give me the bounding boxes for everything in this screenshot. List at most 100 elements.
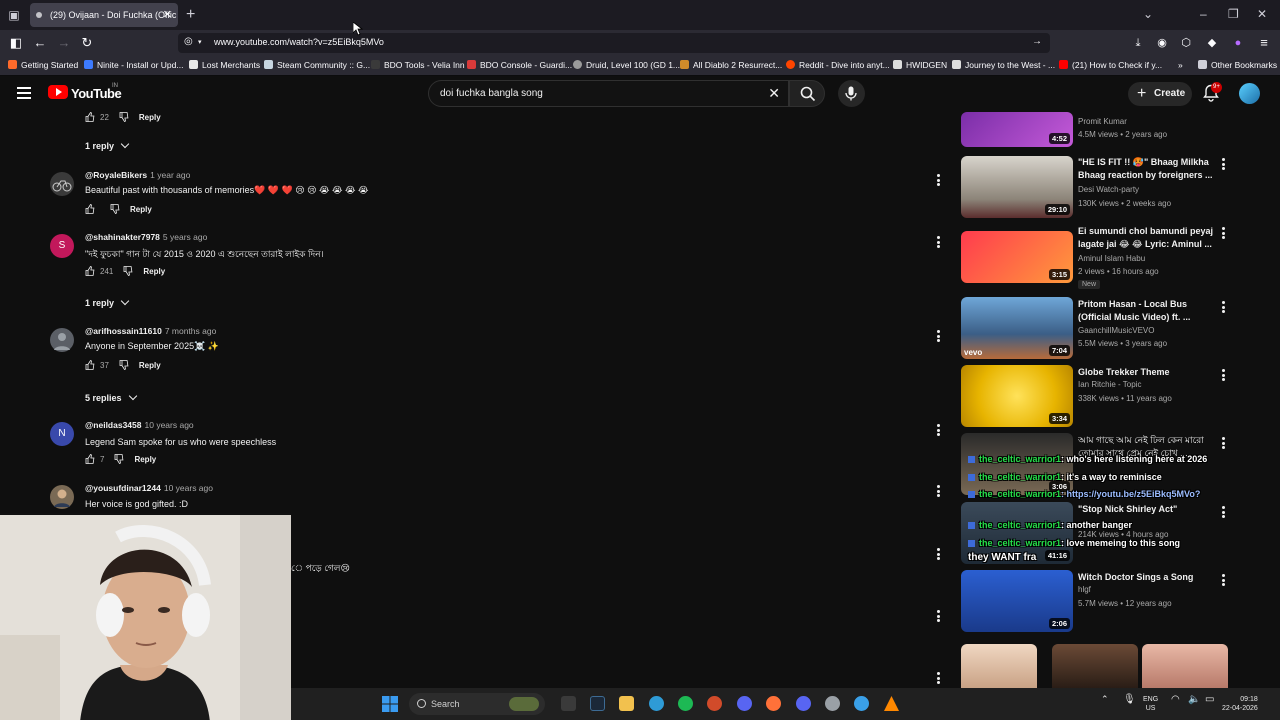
other-bookmarks[interactable]: Other Bookmarks xyxy=(1198,60,1277,70)
commenter-avatar[interactable]: S xyxy=(50,234,74,258)
related-video[interactable]: 3:15 Ei sumundi chol bamundi peyaj lagat… xyxy=(961,225,1261,289)
go-icon[interactable]: → xyxy=(1032,36,1042,47)
related-video[interactable]: 7:04 vevo Pritom Hasan - Local Bus (Offic… xyxy=(961,297,1261,359)
replies-toggle[interactable]: 1 reply xyxy=(85,139,130,151)
video-channel[interactable]: Desi Watch-party xyxy=(1078,185,1139,194)
video-thumbnail[interactable]: 4:52 xyxy=(961,112,1073,147)
vlc-icon[interactable] xyxy=(884,696,899,711)
dislike-icon[interactable] xyxy=(123,266,133,276)
video-title[interactable]: Witch Doctor Sings a Song xyxy=(1078,571,1218,584)
youtube-logo-icon[interactable] xyxy=(48,85,68,99)
language-indicator[interactable]: ENG US xyxy=(1143,695,1158,713)
chevron-down-icon[interactable]: ▾ xyxy=(198,38,202,46)
edge-icon[interactable] xyxy=(649,696,664,711)
replies-toggle[interactable]: 1 reply xyxy=(85,296,130,308)
bookmark-item[interactable]: (21) How to Check if y... xyxy=(1059,60,1162,70)
account-icon[interactable]: ◉ xyxy=(1154,35,1170,51)
video-channel[interactable]: hlgf xyxy=(1078,585,1091,594)
new-tab-button[interactable]: + xyxy=(186,6,195,24)
commenter-avatar[interactable] xyxy=(50,485,74,509)
bookmark-item[interactable]: Reddit - Dive into anyt... xyxy=(786,60,890,70)
comment-author[interactable]: @neildas3458 xyxy=(85,420,142,430)
spotify-icon[interactable] xyxy=(678,696,693,711)
dislike-icon[interactable] xyxy=(114,454,124,464)
video-more-icon[interactable] xyxy=(1222,369,1226,381)
downloads-icon[interactable]: ⤓ xyxy=(1130,35,1146,51)
app-purple-icon[interactable] xyxy=(737,696,752,711)
comment-time[interactable]: 5 years ago xyxy=(163,232,207,242)
microphone-tray-icon[interactable]: 🎙 xyxy=(1123,695,1136,705)
short-thumbnail[interactable] xyxy=(1052,644,1138,688)
bookmark-item[interactable]: All Diablo 2 Resurrect... xyxy=(680,60,782,70)
short-thumbnail[interactable] xyxy=(961,644,1037,688)
like-icon[interactable] xyxy=(85,454,95,464)
commenter-avatar[interactable] xyxy=(50,172,74,196)
wifi-icon[interactable]: ◠ xyxy=(1171,695,1180,705)
create-button[interactable]: + Create xyxy=(1128,82,1192,106)
comment-author[interactable]: @shahinakter7978 xyxy=(85,232,160,242)
tab-overflow-icon[interactable]: ⌄ xyxy=(1143,7,1153,21)
video-channel[interactable]: Aminul Islam Habu xyxy=(1078,254,1145,263)
related-video[interactable]: 3:06 আম গাছে আম নেই ঢিল কেন মারো তোমার স… xyxy=(961,433,1261,495)
back-icon[interactable]: ← xyxy=(32,35,48,51)
tray-chevron-up-icon[interactable]: ⌃ xyxy=(1101,695,1109,704)
comment-more-icon[interactable] xyxy=(937,236,941,248)
video-thumbnail[interactable]: 7:04 vevo xyxy=(961,297,1073,359)
sidebar-toggle-icon[interactable]: ◧ xyxy=(8,35,24,51)
short-thumbnail[interactable] xyxy=(1142,644,1228,688)
like-icon[interactable] xyxy=(85,360,95,370)
discord-icon[interactable] xyxy=(796,696,811,711)
comment-more-icon[interactable] xyxy=(937,424,941,436)
video-thumbnail[interactable]: 3:15 xyxy=(961,231,1073,283)
video-title[interactable]: Pritom Hasan - Local Bus (Official Music… xyxy=(1078,298,1218,324)
comment-time[interactable]: 1 year ago xyxy=(150,170,190,180)
comment-author[interactable]: @RoyaleBikers xyxy=(85,170,147,180)
maximize-icon[interactable]: ❐ xyxy=(1228,7,1239,21)
video-more-icon[interactable] xyxy=(1222,158,1226,170)
commenter-avatar[interactable]: N xyxy=(50,422,74,446)
dislike-icon[interactable] xyxy=(119,360,129,370)
minimize-icon[interactable]: – xyxy=(1200,7,1207,21)
bookmark-item[interactable]: HWIDGEN xyxy=(893,60,947,70)
comment-more-icon[interactable] xyxy=(937,610,941,622)
battery-icon[interactable]: ▭ xyxy=(1205,695,1214,705)
task-view-icon[interactable] xyxy=(561,696,576,711)
bookmark-item[interactable]: Ninite - Install or Upd... xyxy=(84,60,183,70)
app-blue-icon[interactable] xyxy=(854,696,869,711)
related-video[interactable]: 3:34 Globe Trekker Theme Ian Ritchie - T… xyxy=(961,365,1261,427)
reply-button[interactable]: Reply xyxy=(143,267,165,276)
file-explorer-icon[interactable] xyxy=(619,696,634,711)
video-title[interactable]: "Stop Nick Shirley Act" xyxy=(1078,503,1218,516)
tab-list-icon[interactable]: ▣ xyxy=(7,8,21,22)
tab-youtube[interactable]: (29) Ovijaan - Doi Fuchka (Offic ✕ xyxy=(30,3,178,27)
reply-button[interactable]: Reply xyxy=(134,455,156,464)
reply-button[interactable]: Reply xyxy=(139,361,161,370)
commenter-avatar[interactable] xyxy=(50,328,74,352)
user-avatar[interactable] xyxy=(1239,83,1260,104)
comment-time[interactable]: 7 months ago xyxy=(165,326,217,336)
video-thumbnail[interactable]: 2:06 xyxy=(961,570,1073,632)
steam-icon[interactable] xyxy=(590,696,605,711)
bookmark-item[interactable]: BDO Tools - Velia Inn xyxy=(371,60,465,70)
bookmark-item[interactable]: BDO Console - Guardi... xyxy=(467,60,572,70)
video-more-icon[interactable] xyxy=(1222,437,1226,449)
bookmark-item[interactable]: Getting Started xyxy=(8,60,78,70)
app-red-icon[interactable] xyxy=(707,696,722,711)
video-more-icon[interactable] xyxy=(1222,227,1226,239)
reply-button[interactable]: Reply xyxy=(130,205,152,214)
settings-icon[interactable] xyxy=(825,696,840,711)
bookmark-item[interactable]: Journey to the West - ... xyxy=(952,60,1055,70)
reload-icon[interactable]: ↻ xyxy=(79,35,95,51)
address-bar[interactable]: ◎ ▾ www.youtube.com/watch?v=z5EiBkq5MVo … xyxy=(178,33,1050,53)
comment-author[interactable]: @yousufdinar1244 xyxy=(85,483,161,493)
search-input[interactable]: doi fuchka bangla song ✕ xyxy=(428,80,789,107)
site-info-icon[interactable]: ◎ xyxy=(184,36,193,47)
video-thumbnail[interactable]: 29:10 xyxy=(961,156,1073,218)
video-more-icon[interactable] xyxy=(1222,301,1226,313)
video-title[interactable]: Ei sumundi chol bamundi peyaj lagate jai… xyxy=(1078,225,1218,251)
like-icon[interactable] xyxy=(85,204,95,214)
comment-more-icon[interactable] xyxy=(937,548,941,560)
tab-close-icon[interactable]: ✕ xyxy=(163,3,172,27)
like-icon[interactable] xyxy=(85,112,95,122)
voice-search-button[interactable] xyxy=(838,80,865,107)
